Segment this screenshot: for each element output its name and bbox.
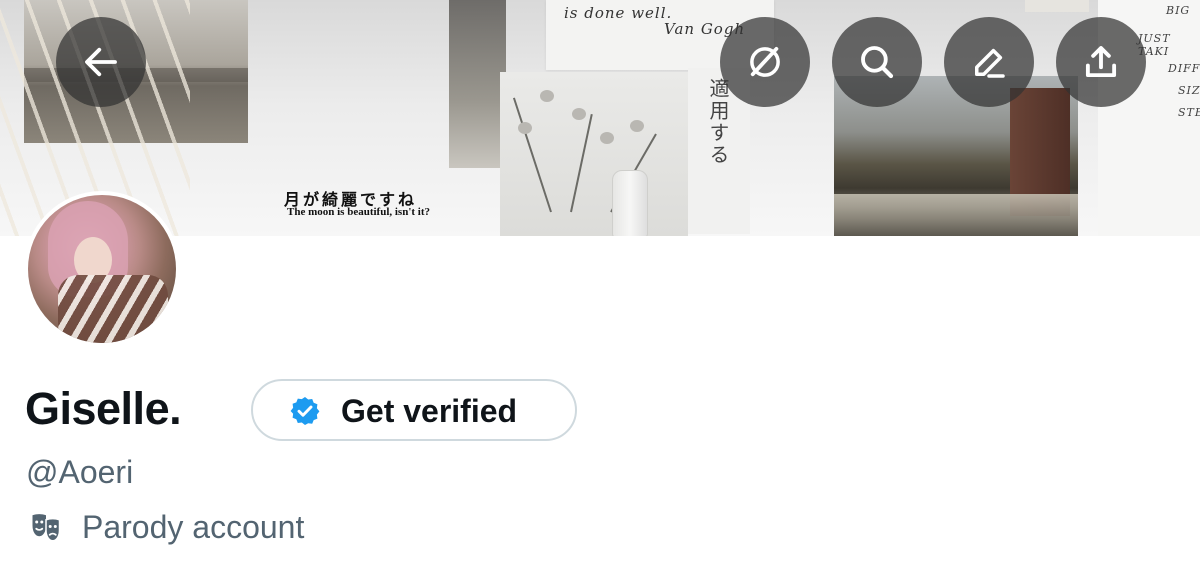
grok-icon (750, 46, 780, 77)
grok-button[interactable] (720, 17, 810, 107)
theater-masks-icon (32, 514, 61, 542)
banner-photo-small (1025, 0, 1089, 12)
profile-name: Giselle. (25, 383, 182, 434)
note-line: is done well. (564, 4, 673, 22)
right-note-line: DIFF (1168, 62, 1200, 75)
share-icon (1085, 46, 1117, 78)
avatar-photo (28, 195, 176, 343)
verified-badge-icon (290, 397, 320, 425)
parody-account-label: Parody account (82, 509, 305, 545)
profile-handle: @Aoeri (26, 454, 134, 490)
search-button[interactable] (832, 17, 922, 107)
edit-icon (975, 48, 1005, 78)
right-note-line: STE (1178, 106, 1200, 119)
share-button[interactable] (1056, 17, 1146, 107)
banner-photo-flowers (500, 72, 688, 236)
right-note-line: JUST TAKI (1138, 32, 1171, 58)
back-button[interactable] (56, 17, 146, 107)
banner-vase (612, 170, 648, 236)
back-arrow-icon (85, 47, 117, 77)
right-note-line: BIG (1166, 4, 1191, 17)
banner-photo-dark (449, 0, 506, 168)
search-icon (861, 46, 894, 79)
edit-button[interactable] (944, 17, 1034, 107)
jp-vertical-text: 適用する (706, 78, 730, 166)
get-verified-button[interactable]: Get verified (251, 379, 577, 441)
avatar[interactable] (24, 191, 180, 347)
right-note-line: SIZ (1178, 84, 1200, 97)
get-verified-label: Get verified (341, 393, 518, 429)
banner-en-caption: The moon is beautiful, isn't it? (287, 206, 431, 218)
